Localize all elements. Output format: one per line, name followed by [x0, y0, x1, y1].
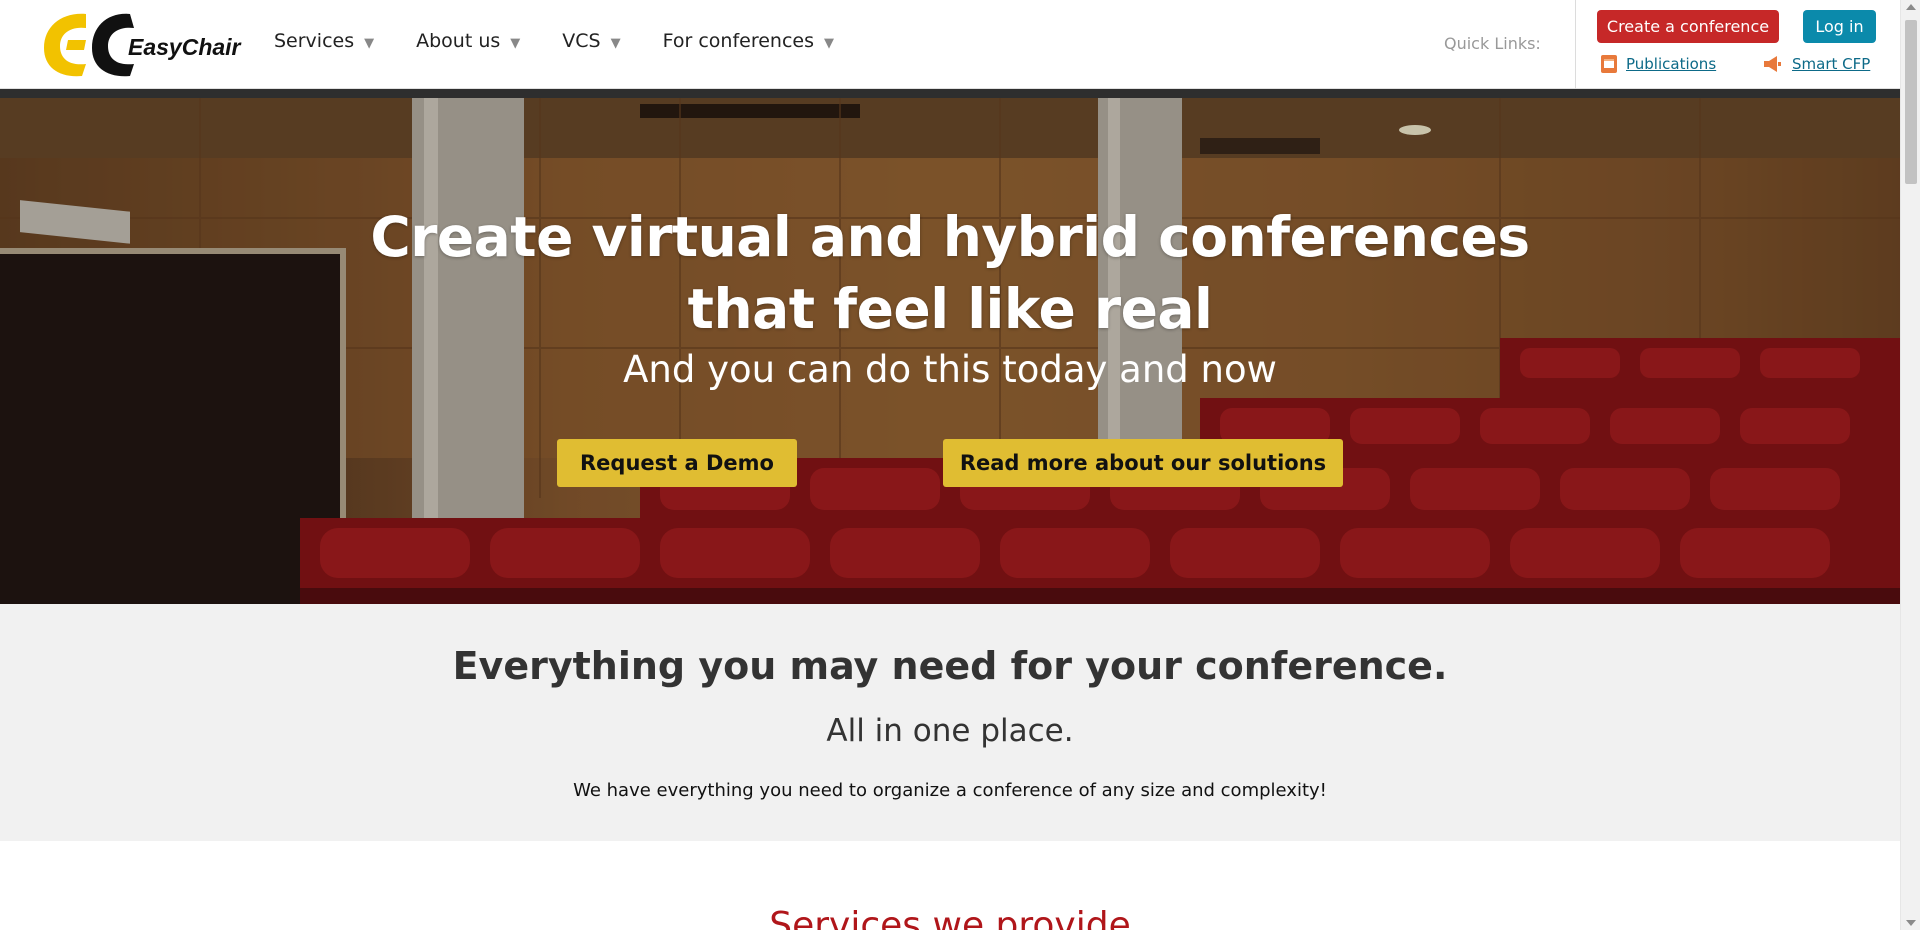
nav-item-vcs[interactable]: VCS ▼ [562, 30, 620, 52]
quick-links-label: Quick Links: [1444, 34, 1541, 53]
caret-down-icon: ▼ [610, 35, 621, 51]
caret-down-icon: ▼ [364, 35, 375, 51]
services-heading: Services we provide [769, 905, 1131, 930]
site-header: EasyChair Services ▼ About us ▼ VCS ▼ Fo… [0, 0, 1900, 89]
hero-subtitle: And you can do this today and now [623, 348, 1277, 391]
divider [1575, 0, 1576, 89]
caret-down-icon: ▼ [510, 35, 521, 51]
caret-down-icon: ▼ [824, 35, 834, 51]
scroll-up-arrow-icon[interactable] [1906, 4, 1916, 10]
nav-item-label: VCS [562, 30, 601, 52]
hero-top-bar [0, 89, 1900, 98]
megaphone-icon [1764, 56, 1781, 72]
smart-cfp-link[interactable]: Smart CFP [1792, 55, 1870, 73]
scroll-down-arrow-icon[interactable] [1906, 920, 1916, 926]
publications-link[interactable]: Publications [1626, 55, 1716, 73]
book-icon [1601, 55, 1617, 73]
ec-logo-icon [44, 13, 134, 77]
hero-title-line-2: that feel like real [687, 277, 1213, 341]
request-demo-button[interactable]: Request a Demo [557, 439, 797, 487]
nav-item-label: Services [274, 30, 355, 52]
info-subtitle: All in one place. [826, 713, 1074, 749]
main-nav: Services ▼ About us ▼ VCS ▼ For conferen… [274, 30, 876, 52]
easychair-logo[interactable]: EasyChair [38, 8, 241, 80]
nav-item-about-us[interactable]: About us ▼ [416, 30, 520, 52]
scrollbar-thumb[interactable] [1905, 20, 1917, 184]
nav-item-for-conferences[interactable]: For conferences ▼ [663, 30, 834, 52]
nav-item-label: For conferences [662, 30, 814, 52]
nav-item-services[interactable]: Services ▼ [274, 30, 374, 52]
read-more-solutions-button[interactable]: Read more about our solutions [943, 439, 1343, 487]
brand-name: EasyChair [128, 34, 241, 60]
nav-item-label: About us [416, 30, 501, 52]
hero-title: Create virtual and hybrid conferences th… [0, 201, 1900, 345]
create-conference-button[interactable]: Create a conference [1597, 10, 1779, 43]
quick-link-smart-cfp: Smart CFP [1762, 54, 1870, 74]
info-text: We have everything you need to organize … [573, 780, 1327, 801]
hero-section: Create virtual and hybrid conferences th… [0, 98, 1900, 604]
info-title: Everything you may need for your confere… [452, 644, 1448, 688]
quick-link-publications: Publications [1600, 54, 1716, 74]
login-button[interactable]: Log in [1803, 10, 1876, 43]
info-section: Everything you may need for your confere… [0, 604, 1900, 841]
hero-title-line-1: Create virtual and hybrid conferences [370, 205, 1530, 269]
page-scrollbar[interactable] [1900, 0, 1920, 930]
